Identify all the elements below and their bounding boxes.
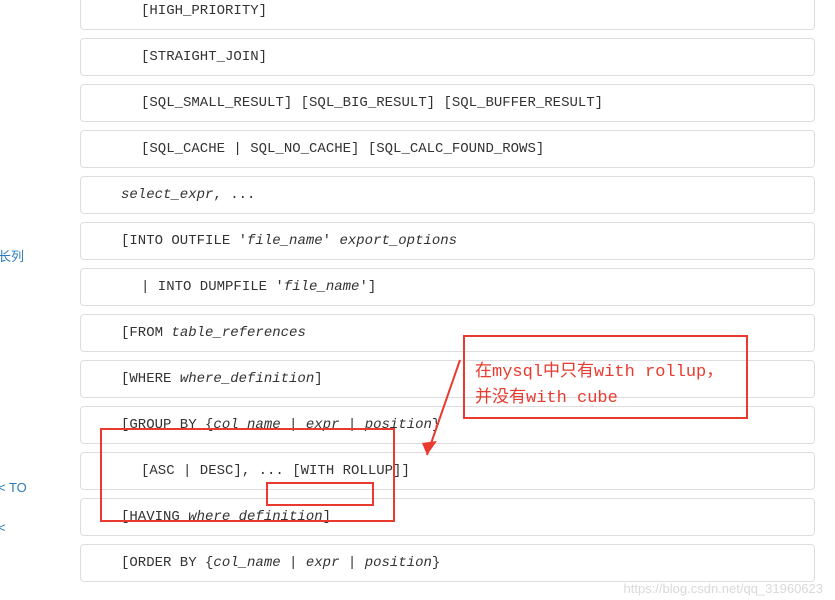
code-line: [ASC | DESC], ... [WITH ROLLUP]] — [80, 452, 815, 490]
code-line: [SQL_SMALL_RESULT] [SQL_BIG_RESULT] [SQL… — [80, 84, 815, 122]
sidebar-link-1[interactable]: 长列 — [0, 246, 24, 265]
code-line: [INTO OUTFILE 'file_name' export_options — [80, 222, 815, 260]
code-line: [STRAIGHT_JOIN] — [80, 38, 815, 76]
code-line: [ORDER BY {col_name | expr | position} — [80, 544, 815, 582]
sidebar-link-2[interactable]: < TO — [0, 480, 27, 495]
code-line: [GROUP BY {col_name | expr | position} — [80, 406, 815, 444]
code-line: [FROM table_references — [80, 314, 815, 352]
code-line: [HAVING where_definition] — [80, 498, 815, 536]
code-line: | INTO DUMPFILE 'file_name'] — [80, 268, 815, 306]
sidebar: 长列 < TO < — [0, 0, 40, 600]
code-line: [WHERE where_definition] — [80, 360, 815, 398]
code-line: [HIGH_PRIORITY] — [80, 0, 815, 30]
code-line: [SQL_CACHE | SQL_NO_CACHE] [SQL_CALC_FOU… — [80, 130, 815, 168]
code-content: [HIGH_PRIORITY] [STRAIGHT_JOIN] [SQL_SMA… — [80, 0, 835, 590]
code-line: select_expr, ... — [80, 176, 815, 214]
sidebar-link-3[interactable]: < — [0, 520, 6, 535]
